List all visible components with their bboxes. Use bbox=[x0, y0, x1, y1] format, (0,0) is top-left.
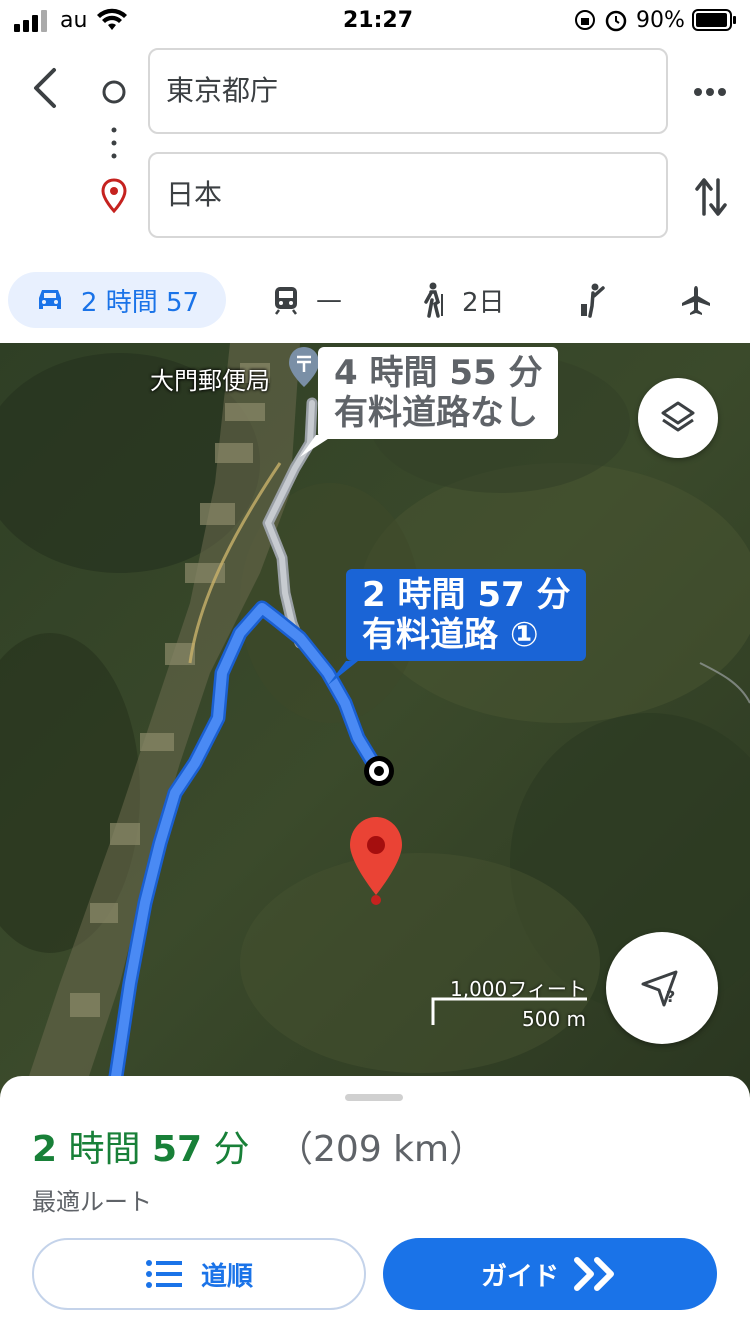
steps-button[interactable]: 道順 bbox=[32, 1238, 366, 1310]
main-route-duration: 2 時間 57 分 bbox=[362, 575, 571, 615]
wifi-icon bbox=[97, 8, 127, 30]
alt-route-callout[interactable]: 4 時間 55 分 有料道路なし bbox=[318, 347, 559, 439]
scale-meters: 500 m bbox=[522, 1007, 587, 1031]
summary-hours: 2 bbox=[32, 1129, 58, 1170]
navigate-question-icon: ? bbox=[641, 970, 678, 1007]
alarm-icon bbox=[605, 10, 627, 32]
origin-icon bbox=[102, 80, 126, 104]
poi-label[interactable]: 大門郵便局 bbox=[150, 361, 270, 396]
tab-walking[interactable]: 2日 bbox=[418, 272, 505, 328]
transit-time: — bbox=[316, 285, 342, 315]
more-options-icon[interactable] bbox=[692, 82, 728, 102]
double-chevron-icon bbox=[574, 1257, 614, 1291]
main-route-note: 有料道路 ① bbox=[362, 615, 539, 655]
tab-ride[interactable] bbox=[578, 272, 608, 328]
train-icon bbox=[275, 287, 297, 315]
layers-button[interactable] bbox=[638, 378, 718, 458]
list-icon bbox=[145, 1260, 182, 1288]
main-route-callout[interactable]: 2 時間 57 分 有料道路 ① bbox=[346, 569, 587, 661]
car-icon bbox=[38, 290, 61, 309]
driving-time: 2 時間 57 bbox=[80, 287, 200, 318]
map-view[interactable]: 大門郵便局 4 時間 55 分 有料道路なし 2 時間 57 分 有料道路 ① … bbox=[0, 343, 750, 1103]
hiker-icon bbox=[424, 282, 443, 318]
carrier-label: au bbox=[60, 8, 88, 33]
alt-route-duration: 4 時間 55 分 bbox=[334, 353, 543, 393]
destination-pin-icon bbox=[101, 178, 127, 214]
plane-icon bbox=[682, 286, 710, 315]
route-dots-icon bbox=[111, 127, 117, 159]
main-callout-tail bbox=[328, 661, 358, 685]
battery-percent: 90% bbox=[636, 8, 685, 33]
walking-time: 2日 bbox=[462, 287, 505, 318]
summary-hours-unit: 時間 bbox=[68, 1129, 141, 1170]
tab-driving[interactable]: 2 時間 57 bbox=[8, 272, 226, 328]
summary-distance: （209 km） bbox=[277, 1129, 486, 1170]
back-button[interactable] bbox=[28, 66, 60, 110]
clock: 21:27 bbox=[343, 8, 414, 33]
summary-minutes: 57 bbox=[151, 1129, 203, 1170]
signal-icon bbox=[14, 10, 47, 32]
alt-route-note: 有料道路なし bbox=[334, 393, 538, 433]
tab-flight[interactable] bbox=[680, 272, 712, 328]
summary-minutes-unit: 分 bbox=[213, 1129, 250, 1170]
alt-callout-tail bbox=[300, 435, 334, 457]
summary-subtitle: 最適ルート bbox=[32, 1188, 152, 1216]
rotation-lock-icon bbox=[575, 10, 595, 30]
layers-icon bbox=[661, 401, 695, 432]
destination-field[interactable]: 日本 bbox=[148, 152, 668, 238]
battery-icon bbox=[692, 9, 736, 31]
swap-icon[interactable] bbox=[694, 176, 728, 218]
guide-button[interactable]: ガイド bbox=[383, 1238, 717, 1310]
tab-transit[interactable]: — bbox=[272, 272, 342, 328]
drag-handle[interactable] bbox=[345, 1094, 403, 1101]
origin-field[interactable]: 東京都庁 bbox=[148, 48, 668, 134]
steps-label: 道順 bbox=[200, 1261, 253, 1292]
guide-label: ガイド bbox=[480, 1261, 559, 1292]
location-button[interactable]: ? bbox=[606, 932, 718, 1044]
summary-line: 2 時間 57 分 （209 km） bbox=[32, 1120, 485, 1172]
ride-icon bbox=[581, 283, 605, 318]
status-bar: au 21:27 90% bbox=[0, 0, 750, 42]
svg-text:?: ? bbox=[666, 987, 675, 1006]
